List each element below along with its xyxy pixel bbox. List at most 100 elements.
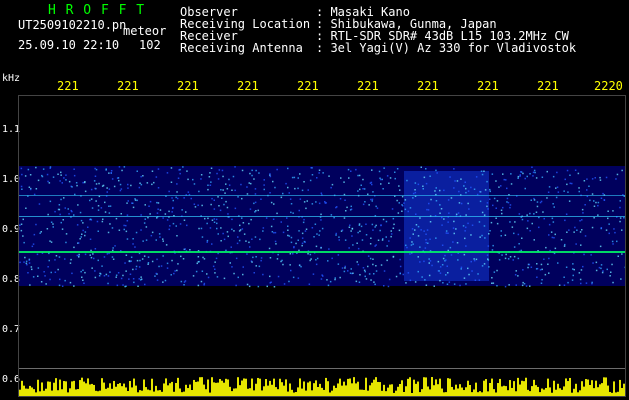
noise-speck (274, 240, 277, 243)
activity-bar (545, 387, 547, 396)
noise-speck (382, 218, 385, 221)
noise-speck (79, 211, 82, 214)
noise-speck (289, 264, 291, 266)
noise-speck (149, 213, 151, 215)
noise-speck (159, 236, 161, 238)
activity-bar (455, 384, 457, 396)
activity-bar (401, 380, 403, 396)
noise-speck (219, 209, 222, 212)
noise-speck (254, 193, 257, 195)
noise-speck (425, 284, 428, 286)
noise-speck (589, 199, 591, 202)
noise-speck (417, 256, 419, 258)
activity-bar (61, 389, 63, 396)
noise-speck (344, 267, 346, 269)
noise-speck (63, 197, 65, 199)
noise-speck (245, 240, 247, 242)
noise-speck (414, 229, 416, 231)
noise-speck (386, 259, 388, 262)
activity-bar (35, 392, 37, 396)
activity-bar (43, 390, 45, 396)
activity-bar (193, 379, 195, 396)
activity-bar (423, 377, 425, 396)
noise-speck (600, 267, 602, 270)
noise-speck (28, 259, 30, 261)
noise-speck (59, 278, 61, 281)
noise-speck (447, 221, 449, 223)
activity-bar (47, 381, 49, 396)
noise-speck (453, 220, 455, 223)
activity-bar (93, 384, 95, 396)
noise-speck (27, 168, 30, 171)
noise-speck (357, 247, 360, 250)
noise-speck (166, 172, 169, 174)
activity-bar (245, 378, 247, 396)
noise-speck (116, 284, 119, 287)
noise-speck (132, 268, 134, 271)
noise-speck (27, 272, 29, 274)
activity-bar (313, 383, 315, 396)
noise-speck (217, 196, 219, 198)
noise-speck (158, 233, 161, 235)
noise-speck (108, 212, 111, 214)
noise-speck (155, 272, 157, 275)
noise-speck (157, 168, 160, 170)
activity-bar (139, 390, 141, 396)
noise-speck (314, 223, 317, 225)
noise-speck (77, 204, 79, 206)
noise-speck (97, 209, 100, 211)
noise-speck (107, 231, 110, 234)
noise-speck (429, 238, 431, 240)
activity-bar (169, 383, 171, 396)
activity-bar (355, 383, 357, 396)
noise-speck (445, 259, 447, 261)
activity-bar (239, 385, 241, 396)
noise-speck (68, 213, 70, 215)
noise-speck (540, 263, 543, 266)
noise-speck (320, 192, 323, 194)
activity-bar (587, 379, 589, 396)
noise-speck (293, 176, 296, 179)
noise-speck (517, 257, 520, 260)
noise-speck (210, 203, 212, 206)
activity-bar (219, 379, 221, 396)
activity-bar (467, 380, 469, 396)
noise-speck (414, 281, 417, 283)
noise-speck (399, 272, 401, 275)
noise-speck (439, 212, 441, 214)
activity-bar (521, 380, 523, 396)
noise-speck (478, 279, 481, 281)
noise-speck (541, 279, 543, 281)
noise-speck (479, 190, 481, 193)
noise-speck (357, 231, 359, 234)
noise-speck (136, 259, 139, 262)
noise-speck (107, 275, 110, 277)
noise-speck (105, 168, 107, 170)
noise-speck (518, 243, 520, 245)
noise-speck (540, 200, 543, 203)
noise-speck (237, 236, 239, 238)
activity-bar (359, 389, 361, 396)
noise-speck (379, 229, 381, 232)
noise-speck (527, 266, 529, 269)
noise-speck (427, 209, 430, 211)
noise-speck (511, 226, 514, 228)
noise-speck (509, 256, 512, 258)
activity-bar (301, 388, 303, 396)
noise-speck (447, 249, 449, 252)
noise-speck (182, 166, 184, 168)
noise-speck (216, 227, 218, 230)
noise-speck (118, 166, 121, 168)
noise-speck (571, 182, 573, 185)
noise-speck (581, 208, 584, 211)
noise-speck (69, 262, 72, 264)
noise-speck (98, 275, 101, 277)
noise-speck (182, 258, 185, 260)
noise-speck (235, 257, 238, 260)
noise-speck (386, 245, 388, 247)
noise-speck (126, 214, 129, 216)
noise-speck (441, 264, 444, 266)
activity-bar (271, 384, 273, 396)
noise-speck (140, 183, 143, 186)
noise-speck (254, 201, 257, 204)
